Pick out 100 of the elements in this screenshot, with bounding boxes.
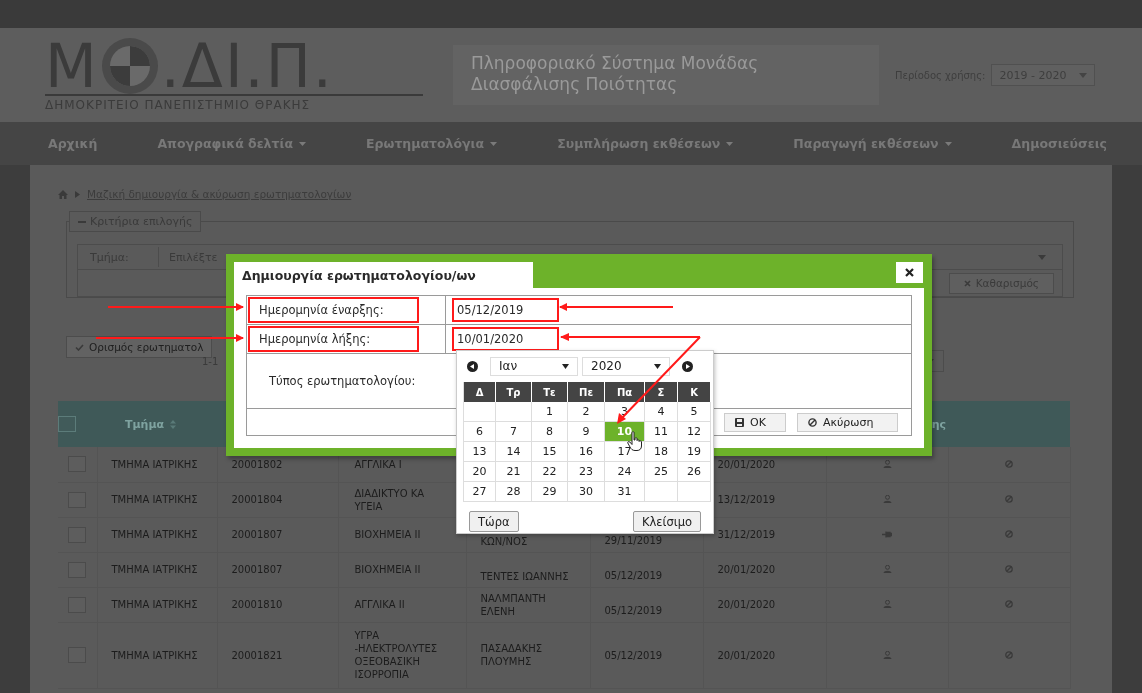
table-cell: 20001807 bbox=[231, 529, 283, 540]
table-cell: ΤΜΗΜΑ ΙΑΤΡΙΚΗΣ bbox=[111, 458, 198, 470]
table-cell: 20001810 bbox=[231, 599, 283, 610]
calendar-day[interactable]: 26 bbox=[678, 462, 711, 482]
field-label: Τύπος ερωτηματολογίου: bbox=[268, 373, 417, 390]
calendar-day[interactable]: 20 bbox=[464, 462, 496, 482]
table-cell: ΤΜΗΜΑ ΙΑΤΡΙΚΗΣ bbox=[111, 599, 198, 610]
calendar-day[interactable]: 1 bbox=[532, 402, 568, 422]
table-cell: 20/01/2020 bbox=[717, 599, 776, 610]
ban-icon bbox=[808, 417, 817, 427]
table-cell: ΤΜΗΜΑ ΙΑΤΡΙΚΗΣ bbox=[111, 529, 198, 540]
weekday-header: Τρ bbox=[496, 382, 532, 402]
calendar-day[interactable]: 23 bbox=[568, 462, 605, 482]
calendar-day[interactable]: 18 bbox=[645, 442, 678, 462]
field-label: Ημερομηνία λήξης: bbox=[248, 326, 419, 352]
next-month-icon[interactable] bbox=[682, 360, 693, 372]
table-cell: 20/01/2020 bbox=[717, 564, 776, 575]
caret-icon bbox=[654, 363, 661, 369]
calendar-day[interactable]: 21 bbox=[496, 462, 532, 482]
caret-icon bbox=[298, 141, 306, 146]
calendar-day[interactable]: 4 bbox=[645, 402, 678, 422]
table-cell: 20001804 bbox=[231, 494, 283, 505]
table-cell: ΔΙΑΔΙΚΤΥΟ ΚΑ ΥΓΕΙΑ bbox=[354, 487, 425, 512]
weekday-header: Δ bbox=[464, 382, 496, 402]
calendar-day[interactable]: 15 bbox=[532, 442, 568, 462]
calendar-day[interactable]: 16 bbox=[568, 442, 605, 462]
table-cell: 05/12/2019 bbox=[604, 569, 663, 581]
caret-icon bbox=[1079, 72, 1088, 78]
table-cell: ΝΑΛΜΠΑΝΤΗ ΕΛΕΝΗ bbox=[480, 592, 546, 617]
calendar-day[interactable]: 13 bbox=[464, 442, 496, 462]
person-icon[interactable] bbox=[882, 459, 892, 468]
table-cell: ΤΜΗΜΑ ΙΑΤΡΙΚΗΣ bbox=[111, 494, 198, 505]
calendar-day[interactable]: 22 bbox=[532, 462, 568, 482]
home-icon bbox=[58, 189, 68, 199]
dialog-title: Δημιουργία ερωτηματολογίου/ων bbox=[234, 262, 533, 288]
caret-icon bbox=[490, 141, 498, 146]
ok-button[interactable]: OK bbox=[724, 412, 786, 432]
weekday-header: Κ bbox=[678, 382, 711, 402]
table-cell: 31/12/2019 bbox=[717, 529, 776, 540]
ban-icon[interactable] bbox=[1005, 600, 1013, 608]
check-icon bbox=[75, 343, 84, 351]
previous-month-icon[interactable] bbox=[467, 360, 478, 372]
calendar-day[interactable]: 11 bbox=[645, 422, 678, 442]
ban-icon[interactable] bbox=[1005, 495, 1013, 503]
table-cell: ΥΓΡΑ -ΗΛΕΚΤΡΟΛΥΤΕΣ ΟΞΕΟΒΑΣΙΚΗ ΙΣΟΡΡΟΠΙΑ bbox=[354, 630, 438, 680]
person-icon[interactable] bbox=[882, 495, 892, 503]
table-cell: ΤΜΗΜΑ ΙΑΤΡΙΚΗΣ bbox=[111, 564, 198, 575]
close-calendar-button[interactable]: Κλείσιμο bbox=[633, 511, 701, 532]
year-select[interactable]: 2020 bbox=[582, 356, 670, 376]
calendar-day[interactable]: 19 bbox=[678, 442, 711, 462]
caret-icon bbox=[726, 141, 734, 146]
person-icon[interactable] bbox=[882, 650, 892, 659]
calendar-day[interactable]: 31 bbox=[605, 482, 645, 502]
ban-icon[interactable] bbox=[1005, 565, 1013, 573]
calendar-day[interactable]: 5 bbox=[678, 402, 711, 422]
sort-icon bbox=[170, 419, 177, 429]
calendar-day[interactable]: 14 bbox=[496, 442, 532, 462]
caret-icon bbox=[944, 141, 952, 146]
cancel-button[interactable]: Ακύρωση bbox=[797, 412, 898, 432]
calendar-day[interactable]: 28 bbox=[496, 482, 532, 502]
ban-icon[interactable] bbox=[1005, 650, 1013, 659]
caret-icon bbox=[562, 363, 569, 369]
weekday-header: Σ bbox=[645, 382, 678, 402]
person-icon[interactable] bbox=[882, 600, 892, 608]
date-field[interactable]: 05/12/2019 bbox=[452, 298, 559, 322]
now-button[interactable]: Τώρα bbox=[469, 511, 519, 532]
table-cell: ΚΩΝ/ΝΟΣ bbox=[480, 535, 528, 547]
table-cell: 20/01/2020 bbox=[717, 649, 776, 661]
calendar-day[interactable]: 2 bbox=[568, 402, 605, 422]
calendar-day[interactable]: 30 bbox=[568, 482, 605, 502]
close-icon bbox=[963, 279, 971, 287]
ban-icon[interactable] bbox=[1005, 530, 1013, 538]
person-icon[interactable] bbox=[882, 565, 892, 573]
calendar-day[interactable]: 27 bbox=[464, 482, 496, 502]
select-all-checkbox[interactable] bbox=[58, 416, 76, 432]
pin-icon[interactable] bbox=[882, 531, 892, 538]
table-cell: 29/11/2019 bbox=[604, 534, 663, 546]
calendar-day[interactable]: 25 bbox=[645, 462, 678, 482]
table-cell: 20/01/2020 bbox=[717, 458, 776, 470]
table-cell: ΤΕΝΤΕΣ ΙΩΑΝΝΗΣ bbox=[480, 570, 569, 582]
minus-icon bbox=[78, 220, 86, 223]
table-cell: 05/12/2019 bbox=[604, 649, 663, 661]
calendar-day[interactable]: 12 bbox=[678, 422, 711, 442]
table-cell: 05/12/2019 bbox=[604, 604, 663, 616]
caret-icon bbox=[1038, 254, 1046, 260]
month-select[interactable]: Ιαν bbox=[490, 356, 578, 376]
calendar-day[interactable]: 29 bbox=[532, 482, 568, 502]
calendar-day[interactable]: 24 bbox=[605, 462, 645, 482]
calendar-day[interactable]: 6 bbox=[464, 422, 496, 442]
close-button[interactable] bbox=[896, 262, 923, 283]
table-cell: ΤΜΗΜΑ ΙΑΤΡΙΚΗΣ bbox=[111, 649, 198, 661]
chevron-icon bbox=[75, 190, 80, 198]
ban-icon[interactable] bbox=[1005, 459, 1013, 468]
table-cell: 20001821 bbox=[231, 649, 283, 661]
calendar-day[interactable]: 8 bbox=[532, 422, 568, 442]
table-cell: ΠΑΣΑΔΑΚΗΣ ΠΛΟΥΜΗΣ bbox=[480, 643, 543, 667]
weekday-header: Πα bbox=[605, 382, 645, 402]
table-cell: 20001802 bbox=[231, 458, 283, 470]
calendar-day[interactable]: 7 bbox=[496, 422, 532, 442]
save-icon bbox=[735, 417, 744, 427]
